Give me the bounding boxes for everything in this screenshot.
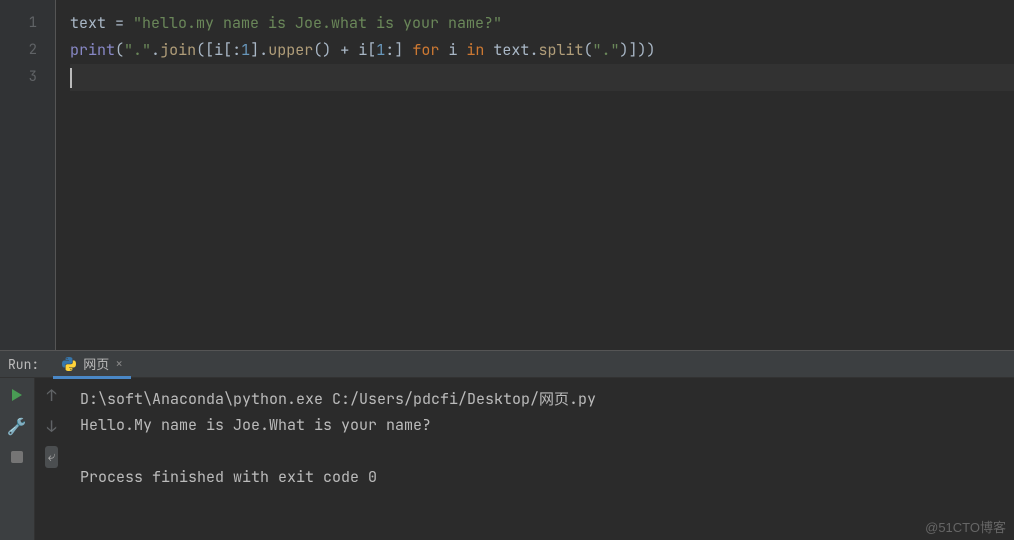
scroll-up-button[interactable]: ↑	[41, 384, 63, 406]
watermark: @51CTO博客	[925, 517, 1006, 536]
run-tab[interactable]: 网页 ×	[53, 351, 131, 379]
rerun-button[interactable]	[6, 384, 28, 406]
line-number: 1	[0, 10, 37, 37]
wrench-icon: 🔧	[7, 416, 27, 437]
line-number: 2	[0, 37, 37, 64]
run-panel-title: Run:	[8, 356, 39, 373]
text-caret	[70, 68, 72, 88]
console-nav-toolbar: ↑ ↓ ⤶	[34, 378, 68, 540]
settings-button[interactable]: 🔧	[6, 415, 28, 437]
run-toolbar: 🔧	[0, 378, 34, 540]
code-line[interactable]: text = "hello.my name is Joe.what is you…	[70, 10, 1014, 37]
line-number: 3	[0, 64, 37, 91]
close-icon[interactable]: ×	[115, 355, 123, 372]
code-line[interactable]	[70, 64, 1014, 91]
soft-wrap-button[interactable]: ⤶	[41, 446, 63, 468]
arrow-up-icon: ↑	[47, 385, 57, 406]
code-editor: 1 2 3 text = "hello.my name is Joe.what …	[0, 0, 1014, 350]
play-icon	[12, 389, 22, 401]
run-panel-body: 🔧 ↑ ↓ ⤶ D:\soft\Anaconda\python.exe C:/U…	[0, 378, 1014, 540]
stop-icon	[11, 451, 23, 463]
arrow-down-icon: ↓	[47, 416, 57, 437]
run-panel-header: Run: 网页 ×	[0, 350, 1014, 378]
soft-wrap-icon: ⤶	[45, 446, 59, 468]
code-area[interactable]: text = "hello.my name is Joe.what is you…	[55, 0, 1014, 350]
stop-button[interactable]	[6, 446, 28, 468]
scroll-down-button[interactable]: ↓	[41, 415, 63, 437]
run-tab-label: 网页	[83, 354, 109, 373]
line-number-gutter: 1 2 3	[0, 0, 55, 350]
console-output[interactable]: D:\soft\Anaconda\python.exe C:/Users/pdc…	[68, 378, 1014, 540]
python-file-icon	[61, 356, 77, 372]
code-line[interactable]: print(".".join([i[:1].upper() + i[1:] fo…	[70, 37, 1014, 64]
